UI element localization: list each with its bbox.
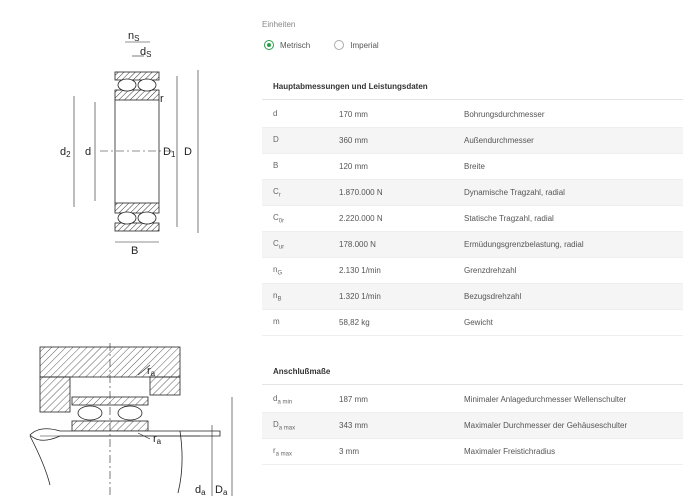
row-value: 1.870.000 N	[339, 188, 383, 197]
row-symbol-sub: a min	[277, 399, 293, 406]
row-symbol: C0r	[262, 213, 339, 225]
row-description: Grenzdrehzahl	[464, 266, 517, 275]
table-row: Cr 1.870.000 N Dynamische Tragzahl, radial	[262, 180, 683, 206]
row-symbol: d	[262, 109, 339, 121]
row-symbol-sub: ur	[278, 244, 285, 251]
row-description: Breite	[464, 162, 485, 171]
mounting-dimensions-table: da min 187 mm Minimaler Anlagedurchmesser …	[262, 387, 683, 465]
main-dimensions-title: Hauptabmessungen und Leistungsdaten	[262, 74, 683, 100]
units-option-imperial[interactable]: Imperial	[334, 40, 379, 50]
row-symbol-sub: a max	[275, 451, 293, 458]
row-value: 2.220.000 N	[339, 214, 383, 223]
row-symbol-sub: r	[278, 192, 281, 199]
row-symbol-sub: 0r	[278, 218, 285, 225]
label-D1: D1	[163, 146, 176, 159]
table-row: nB 1.320 1/min Bezugsdrehzahl	[262, 284, 683, 310]
row-description: Gewicht	[464, 318, 493, 327]
table-row: d 170 mm Bohrungsdurchmesser	[262, 102, 683, 128]
mounting-dimensions-drawing: ra ra da Da	[29, 343, 233, 496]
bearing-cross-section-drawing: nS dS r d2 d D1 D B	[60, 30, 199, 257]
table-row: D 360 mm Außendurchmesser	[262, 128, 683, 154]
radio-imperial-icon[interactable]	[334, 40, 345, 50]
row-value: 58,82 kg	[339, 318, 370, 327]
units-option-imperial-label: Imperial	[350, 40, 379, 50]
units-radio-group: Metrisch Imperial	[264, 40, 403, 50]
row-symbol-sub: B	[277, 296, 282, 303]
label-ds: dS	[140, 46, 151, 59]
row-description: Statische Tragzahl, radial	[464, 214, 554, 223]
row-symbol-main: m	[273, 316, 280, 326]
mounting-dimensions-title: Anschlußmaße	[262, 359, 683, 385]
row-symbol: nB	[262, 291, 339, 303]
label-D: D	[184, 146, 192, 158]
table-row: B 120 mm Breite	[262, 154, 683, 180]
units-option-metric[interactable]: Metrisch	[264, 40, 310, 50]
label-d: d	[85, 146, 91, 158]
row-value: 120 mm	[339, 162, 368, 171]
table-row: m 58,82 kg Gewicht	[262, 310, 683, 336]
table-row: C0r 2.220.000 N Statische Tragzahl, radial	[262, 206, 683, 232]
units-option-metric-label: Metrisch	[280, 40, 311, 50]
row-description: Außendurchmesser	[464, 136, 534, 145]
row-symbol-sub: G	[277, 270, 283, 277]
row-symbol: D	[262, 135, 339, 147]
main-dimensions-table: d 170 mm Bohrungsdurchmesser D 360 mm Außendu…	[262, 102, 683, 336]
row-description: Maximaler Freistichradius	[464, 447, 556, 456]
table-row: nG 2.130 1/min Grenzdrehzahl	[262, 258, 683, 284]
radio-metric-icon[interactable]	[264, 40, 274, 50]
row-value: 1.320 1/min	[339, 292, 381, 301]
row-symbol: nG	[262, 265, 339, 277]
row-symbol: da min	[262, 394, 339, 406]
units-label: Einheiten	[262, 20, 296, 29]
label-r: r	[160, 93, 164, 105]
row-description: Bohrungsdurchmesser	[464, 110, 545, 119]
row-symbol-main: d	[273, 108, 278, 118]
row-symbol-sub: a max	[278, 425, 296, 432]
row-description: Bezugsdrehzahl	[464, 292, 522, 301]
row-value: 187 mm	[339, 395, 368, 404]
row-value: 170 mm	[339, 110, 368, 119]
label-B: B	[131, 245, 138, 257]
label-Da: Da	[215, 484, 228, 496]
label-ns: nS	[128, 30, 139, 43]
row-symbol-main: D	[273, 134, 279, 144]
row-description: Ermüdungsgrenzbelastung, radial	[464, 240, 584, 249]
row-description: Maximaler Durchmesser der Gehäuseschulte…	[464, 421, 628, 430]
row-symbol: m	[262, 317, 339, 329]
row-symbol: Cr	[262, 187, 339, 199]
table-row: ra max 3 mm Maximaler Freistichradius	[262, 439, 683, 465]
row-symbol: B	[262, 161, 339, 173]
row-symbol-main: B	[273, 160, 279, 170]
table-row: da min 187 mm Minimaler Anlagedurchmesser …	[262, 387, 683, 413]
row-description: Dynamische Tragzahl, radial	[464, 188, 565, 197]
table-row: Cur 178.000 N Ermüdungsgrenzbelastung, rad…	[262, 232, 683, 258]
row-symbol: ra max	[262, 446, 339, 458]
row-value: 178.000 N	[339, 240, 376, 249]
label-da: da	[195, 484, 206, 496]
row-symbol: Da max	[262, 420, 339, 432]
row-symbol: Cur	[262, 239, 339, 251]
specifications-panel: Einheiten Metrisch Imperial Hauptabmessu…	[262, 0, 683, 496]
table-row: Da max 343 mm Maximaler Durchmesser der Ge…	[262, 413, 683, 439]
row-value: 343 mm	[339, 421, 368, 430]
row-value: 2.130 1/min	[339, 266, 381, 275]
label-d2: d2	[60, 146, 71, 159]
row-description: Minimaler Anlagedurchmesser Wellenschult…	[464, 395, 627, 404]
row-value: 360 mm	[339, 136, 368, 145]
row-value: 3 mm	[339, 447, 359, 456]
